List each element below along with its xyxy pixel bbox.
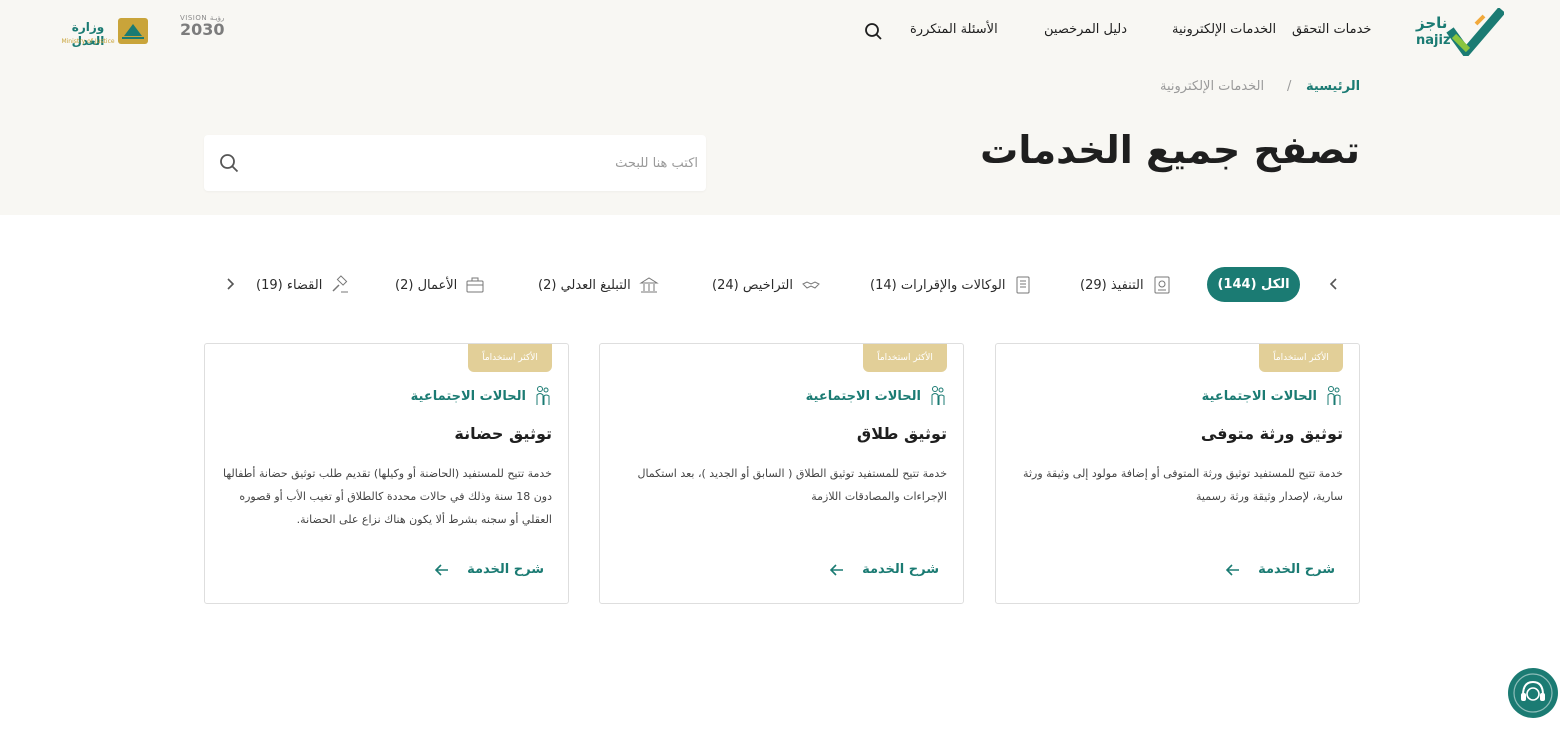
explain-service-link[interactable]: شرح الخدمة xyxy=(1226,562,1335,577)
document-check-icon xyxy=(1152,275,1172,295)
most-used-badge: الأكثر استخداماً xyxy=(863,344,947,372)
card-description: خدمة تتيح للمستفيد توثيق الطلاق ( السابق… xyxy=(637,467,947,503)
support-chat-button[interactable] xyxy=(1508,668,1558,718)
arrow-left-icon xyxy=(1226,563,1240,576)
nav-verification-services[interactable]: خدمات التحقق xyxy=(1292,22,1371,37)
nav-faq[interactable]: الأسئلة المتكررة xyxy=(910,22,998,37)
logo-latin-text: najiz xyxy=(1416,33,1451,48)
tab-agencies[interactable]: الوكالات والإقرارات (14) xyxy=(870,268,1033,302)
tab-all[interactable]: الكل (144) xyxy=(1207,267,1300,302)
tab-licenses-label: التراخيص (24) xyxy=(712,277,793,293)
logo-arabic-text: ناجز xyxy=(1416,14,1448,32)
tab-business-label: الأعمال (2) xyxy=(395,277,458,293)
tab-judiciary[interactable]: القضاء (19) xyxy=(256,268,350,302)
card-description: خدمة تتيح للمستفيد توثيق ورثة المتوفى أو… xyxy=(1023,467,1343,503)
category-link[interactable]: الحالات الاجتماعية xyxy=(1202,385,1343,407)
card-description: خدمة تتيح للمستفيد (الحاضنة أو وكيلها) ت… xyxy=(222,467,552,526)
card-title: توثيق ورثة متوفى xyxy=(1200,424,1343,443)
nav-licensees-guide[interactable]: دليل المرخصين xyxy=(1044,22,1127,37)
most-used-badge: الأكثر استخداماً xyxy=(468,344,552,372)
page-title: تصفح جميع الخدمات xyxy=(980,128,1360,172)
document-list-icon xyxy=(1013,275,1033,295)
breadcrumb-separator: / xyxy=(1287,79,1292,94)
tab-agencies-label: الوكالات والإقرارات (14) xyxy=(870,277,1006,293)
most-used-badge: الأكثر استخداماً xyxy=(1259,344,1343,372)
family-icon xyxy=(1327,386,1341,405)
ministry-of-justice-logo: وزارة العدل Ministry of Justice xyxy=(60,14,152,50)
arrow-left-icon xyxy=(830,563,844,576)
search-input[interactable] xyxy=(244,135,698,191)
building-icon xyxy=(638,275,659,295)
arrow-left-icon xyxy=(435,563,449,576)
gavel-icon xyxy=(330,275,350,295)
card-title: توثيق طلاق xyxy=(856,424,947,443)
category-link[interactable]: الحالات الاجتماعية xyxy=(411,385,552,407)
handshake-icon xyxy=(801,275,821,295)
category-label: الحالات الاجتماعية xyxy=(1201,388,1317,404)
category-link[interactable]: الحالات الاجتماعية xyxy=(806,385,947,407)
card-title: توثيق حضانة xyxy=(454,424,552,443)
headset-icon xyxy=(1513,673,1553,713)
tab-judicial-notification[interactable]: التبليغ العدلي (2) xyxy=(538,268,659,302)
vision-year: 2030 xyxy=(180,20,225,39)
chevron-left-icon[interactable] xyxy=(1326,276,1342,292)
family-icon xyxy=(536,386,550,405)
explain-service-label: شرح الخدمة xyxy=(862,562,939,577)
vision-2030-logo: VISION رؤيـة 2030 xyxy=(180,14,234,50)
tab-execution-label: التنفيذ (29) xyxy=(1080,277,1144,293)
service-card[interactable]: الأكثر استخداماً الحالات الاجتماعية توثي… xyxy=(204,343,569,604)
breadcrumb-current: الخدمات الإلكترونية xyxy=(1160,79,1265,94)
explain-service-link[interactable]: شرح الخدمة xyxy=(830,562,939,577)
family-icon xyxy=(931,386,945,405)
briefcase-icon xyxy=(465,275,485,295)
service-card[interactable]: الأكثر استخداماً الحالات الاجتماعية توثي… xyxy=(995,343,1360,604)
explain-service-link[interactable]: شرح الخدمة xyxy=(435,562,544,577)
tab-execution[interactable]: التنفيذ (29) xyxy=(1080,268,1172,302)
nav-electronic-services[interactable]: الخدمات الإلكترونية xyxy=(1172,22,1276,37)
search-icon[interactable] xyxy=(218,152,240,174)
category-label: الحالات الاجتماعية xyxy=(805,388,921,404)
search-box xyxy=(204,135,706,191)
tab-judiciary-label: القضاء (19) xyxy=(256,277,323,293)
category-label: الحالات الاجتماعية xyxy=(410,388,526,404)
ministry-name-en: Ministry of Justice xyxy=(61,38,115,45)
header-search-icon[interactable] xyxy=(863,21,883,41)
tab-licenses[interactable]: التراخيص (24) xyxy=(712,268,821,302)
breadcrumb-home[interactable]: الرئيسية xyxy=(1306,79,1360,94)
tab-business[interactable]: الأعمال (2) xyxy=(395,268,485,302)
explain-service-label: شرح الخدمة xyxy=(467,562,544,577)
explain-service-label: شرح الخدمة xyxy=(1258,562,1335,577)
tab-judicial-notification-label: التبليغ العدلي (2) xyxy=(538,277,631,293)
chevron-right-icon[interactable] xyxy=(222,276,238,292)
service-card[interactable]: الأكثر استخداماً الحالات الاجتماعية توثي… xyxy=(599,343,964,604)
